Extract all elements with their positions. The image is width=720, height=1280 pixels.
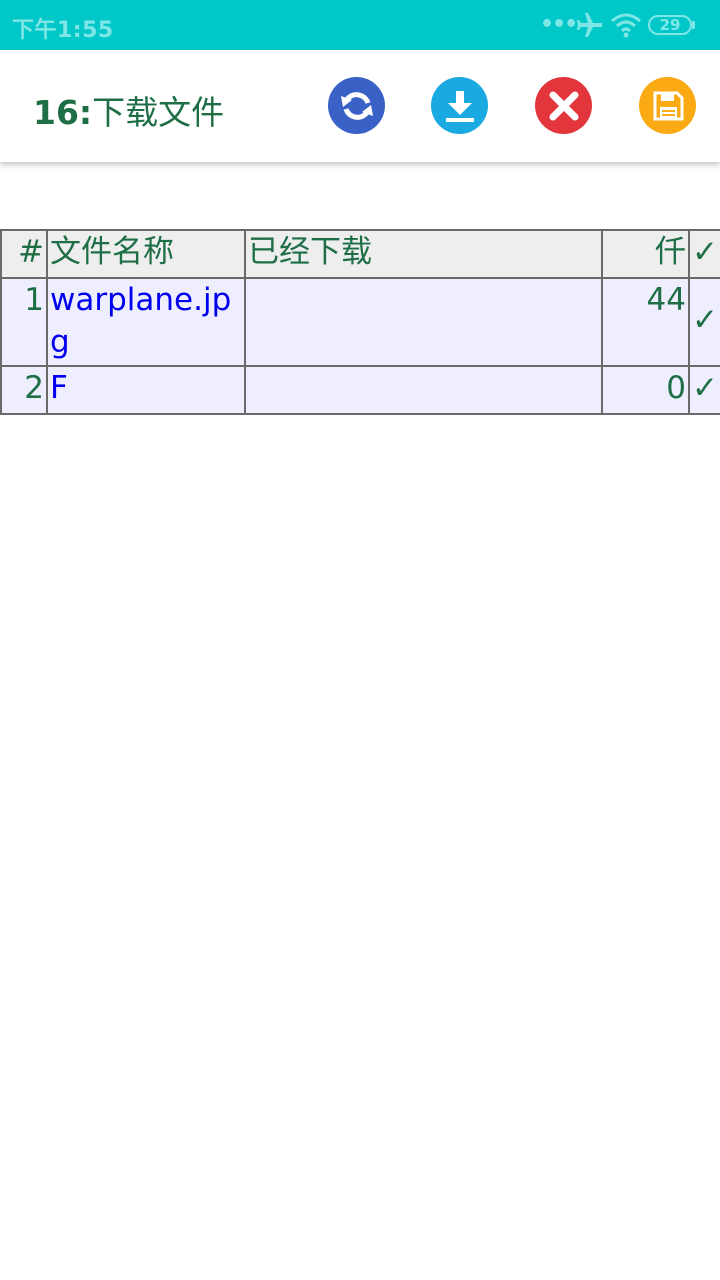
more-dots-icon: ••• — [540, 12, 578, 37]
row-num: 1 — [0, 277, 48, 367]
header-file-name[interactable]: 文件名称 — [46, 229, 246, 279]
downloaded-progress — [244, 365, 603, 415]
check-icon: ✓ — [692, 302, 718, 338]
download-icon — [445, 90, 474, 122]
status-time: 下午1:55 — [12, 18, 114, 43]
file-size: 44 — [601, 277, 690, 367]
wifi-icon — [611, 13, 641, 38]
battery-icon: 29 — [648, 15, 692, 35]
header-num: # — [0, 229, 48, 279]
header-size[interactable]: 仟 — [601, 229, 690, 279]
row-num: 2 — [0, 365, 48, 415]
refresh-icon — [340, 91, 373, 120]
status-bar: 下午1:55 ••• 29 — [0, 0, 720, 50]
page-title-number: 16: — [33, 93, 93, 132]
downloaded-progress — [244, 277, 603, 367]
cancel-button[interactable] — [535, 77, 592, 134]
close-icon — [549, 91, 578, 120]
header-check: ✓ — [688, 229, 720, 279]
page-title-text: 下载文件 — [92, 93, 225, 132]
refresh-button[interactable] — [328, 77, 385, 134]
page-title: 16:下载文件 — [33, 86, 224, 134]
battery-tip — [692, 21, 695, 29]
save-button[interactable] — [639, 77, 696, 134]
toolbar: 16:下载文件 — [0, 50, 720, 162]
save-icon — [653, 91, 683, 120]
check-icon: ✓ — [692, 370, 718, 406]
file-size: 0 — [601, 365, 690, 415]
file-name-link[interactable]: F — [46, 365, 246, 415]
table-row[interactable]: 1 warplane.jpg 44 ✓ — [0, 277, 720, 367]
file-name-link[interactable]: warplane.jpg — [46, 277, 246, 367]
download-table: # 文件名称 已经下载 仟 ✓ 1 warplane.jpg 44 ✓ 2 F … — [0, 229, 720, 415]
table-header-row: # 文件名称 已经下载 仟 ✓ — [0, 229, 720, 279]
header-downloaded[interactable]: 已经下载 — [244, 229, 603, 279]
airplane-mode-icon — [577, 13, 602, 37]
table-row[interactable]: 2 F 0 ✓ — [0, 365, 720, 415]
download-button[interactable] — [431, 77, 488, 134]
row-checkbox[interactable]: ✓ — [688, 277, 720, 367]
row-checkbox[interactable]: ✓ — [688, 365, 720, 415]
